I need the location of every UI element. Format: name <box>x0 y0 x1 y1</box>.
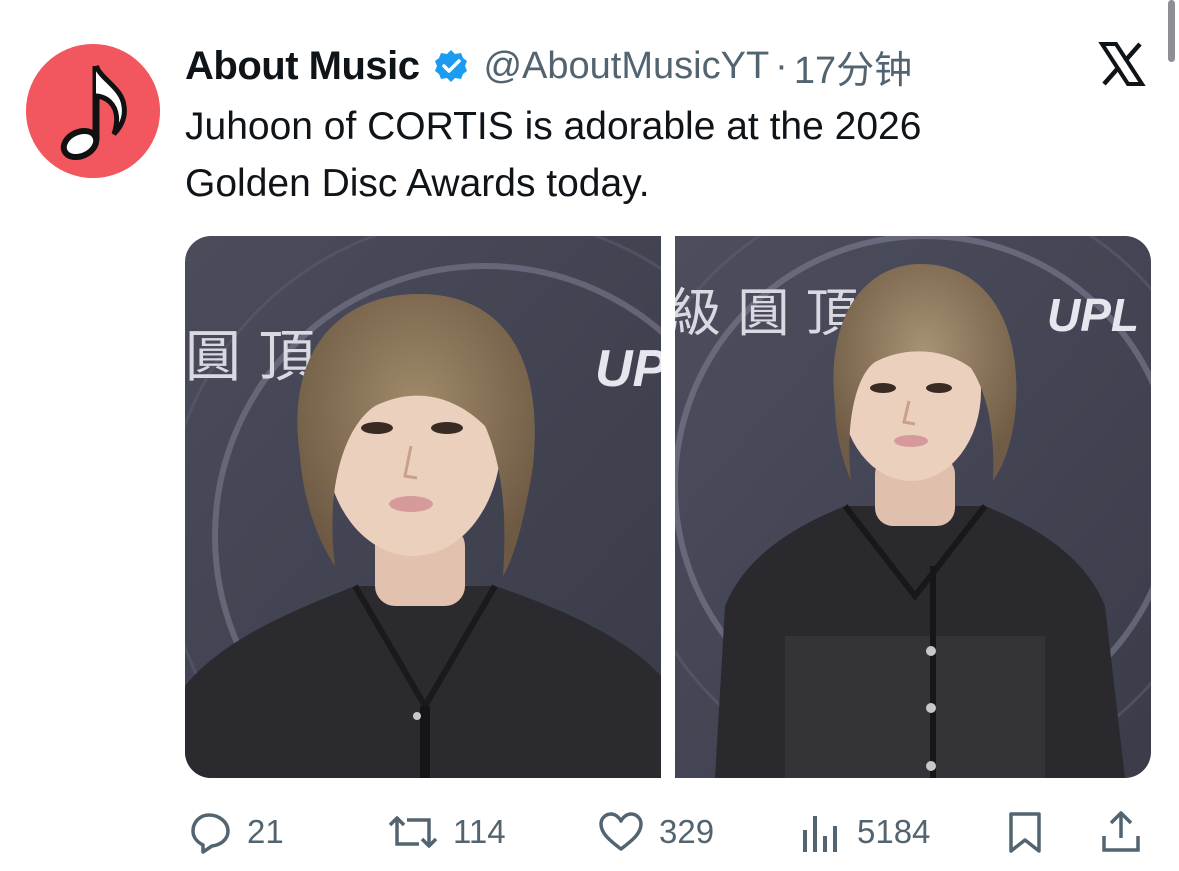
bookmark-button[interactable] <box>1003 806 1047 858</box>
verified-badge-icon <box>433 48 469 84</box>
reply-button[interactable]: 21 <box>189 806 284 858</box>
media-photo-1[interactable]: 圓 頂 UP <box>185 236 661 778</box>
music-note-icon <box>26 44 160 178</box>
retweet-count: 114 <box>453 813 506 850</box>
bookmark-icon <box>1009 812 1041 853</box>
heart-icon <box>599 812 643 851</box>
like-button[interactable]: 329 <box>597 806 714 858</box>
separator-dot: · <box>775 44 788 87</box>
retweet-button[interactable]: 114 <box>387 806 506 858</box>
svg-text:級 圓 頂: 級 圓 頂 <box>675 284 858 344</box>
media-photo-2[interactable]: 級 圓 頂 UPL <box>675 236 1151 778</box>
share-button[interactable] <box>1099 806 1143 858</box>
avatar[interactable] <box>26 44 160 178</box>
tweet-text: Juhoon of CORTIS is adorable at the 2026… <box>185 98 1085 212</box>
timestamp[interactable]: 17分钟 <box>794 39 912 94</box>
svg-text:UP: UP <box>595 340 661 398</box>
x-logo-icon[interactable] <box>1096 38 1148 90</box>
retweet-icon <box>388 816 438 848</box>
svg-text:圓 頂: 圓 頂 <box>185 325 315 390</box>
views-button[interactable]: 5184 <box>799 806 930 858</box>
reply-count: 21 <box>247 813 284 850</box>
tweet-text-line: Golden Disc Awards today. <box>185 162 650 205</box>
share-icon <box>1102 811 1140 852</box>
tweet-text-line: Juhoon of CORTIS is adorable at the 2026 <box>185 105 922 148</box>
views-icon <box>803 816 837 852</box>
svg-text:UPL: UPL <box>1047 289 1139 341</box>
display-name[interactable]: About Music <box>185 44 420 89</box>
reply-icon <box>191 813 230 854</box>
scroll-indicator[interactable] <box>1168 0 1175 62</box>
like-count: 329 <box>659 813 715 850</box>
tweet-header: About Music @AboutMusicYT · 17分钟 <box>185 40 912 92</box>
handle[interactable]: @AboutMusicYT <box>483 45 769 88</box>
media-grid: 圓 頂 UP 級 圓 頂 UPL <box>185 236 1151 778</box>
views-count: 5184 <box>857 813 931 850</box>
tweet-actions: 21 114 329 5184 <box>185 806 1151 858</box>
